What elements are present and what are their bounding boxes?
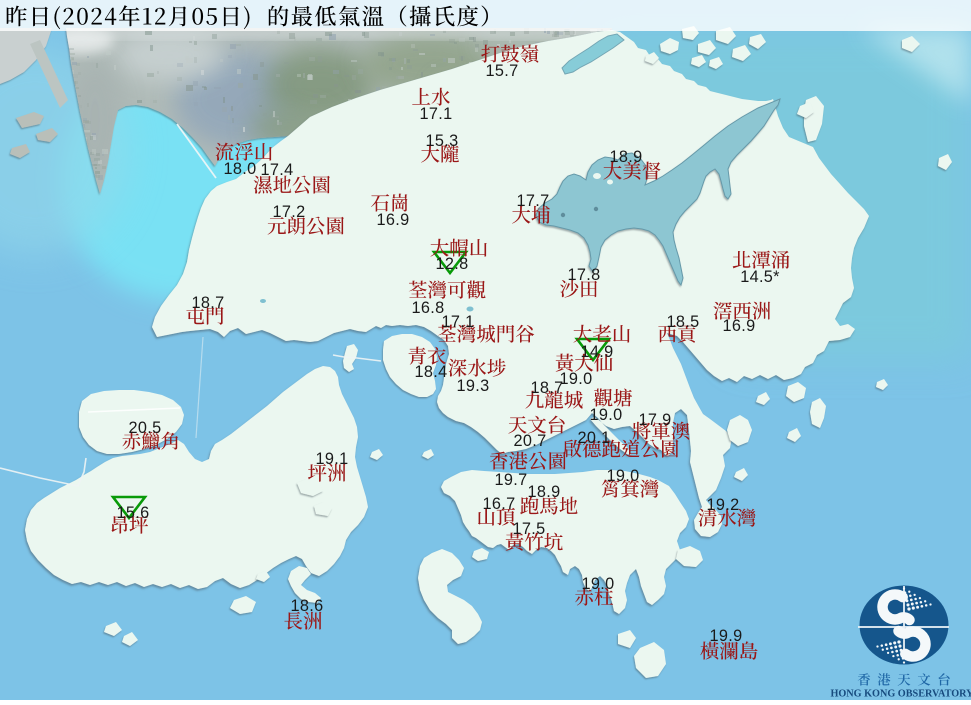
svg-text:18.9: 18.9 (528, 483, 561, 501)
svg-text:17.1: 17.1 (442, 313, 475, 331)
svg-text:HONG KONG OBSERVATORY: HONG KONG OBSERVATORY (830, 689, 971, 700)
svg-text:18.5: 18.5 (667, 313, 700, 331)
svg-text:16.9: 16.9 (723, 317, 756, 335)
svg-text:17.2: 17.2 (273, 203, 306, 221)
svg-text:18.9: 18.9 (610, 148, 643, 166)
svg-text:19.7: 19.7 (495, 471, 528, 489)
svg-text:19.1: 19.1 (316, 450, 349, 468)
svg-text:17.7: 17.7 (517, 192, 550, 210)
svg-text:18.6: 18.6 (291, 597, 324, 615)
svg-text:19.0: 19.0 (582, 575, 615, 593)
svg-text:14.5*: 14.5* (740, 268, 780, 286)
svg-text:19.0: 19.0 (607, 467, 640, 485)
svg-text:18.7: 18.7 (531, 379, 564, 397)
svg-text:17.5: 17.5 (513, 520, 546, 538)
svg-text:19.2: 19.2 (707, 496, 740, 514)
svg-text:19.0: 19.0 (560, 370, 593, 388)
svg-text:17.8: 17.8 (568, 266, 601, 284)
svg-text:16.9: 16.9 (377, 211, 410, 229)
svg-text:20.5: 20.5 (129, 419, 162, 437)
svg-text:19.3: 19.3 (457, 377, 490, 395)
svg-text:15.3: 15.3 (426, 132, 459, 150)
svg-text:18.0: 18.0 (224, 160, 257, 178)
svg-text:14.9: 14.9 (581, 343, 614, 361)
svg-text:20.1: 20.1 (578, 429, 611, 447)
svg-text:17.4: 17.4 (261, 161, 294, 179)
svg-text:19.9: 19.9 (710, 627, 743, 645)
svg-text:15.7: 15.7 (486, 62, 519, 80)
svg-text:19.0: 19.0 (590, 406, 623, 424)
svg-text:20.7: 20.7 (514, 432, 547, 450)
svg-text:18.7: 18.7 (192, 294, 225, 312)
svg-text:17.1: 17.1 (420, 105, 453, 123)
svg-text:16.8: 16.8 (412, 299, 445, 317)
svg-text:17.9: 17.9 (639, 411, 672, 429)
svg-text:16.7: 16.7 (483, 495, 516, 513)
svg-text:18.4: 18.4 (415, 363, 448, 381)
svg-text:15.6: 15.6 (117, 504, 150, 522)
svg-text:12.8: 12.8 (436, 255, 469, 273)
